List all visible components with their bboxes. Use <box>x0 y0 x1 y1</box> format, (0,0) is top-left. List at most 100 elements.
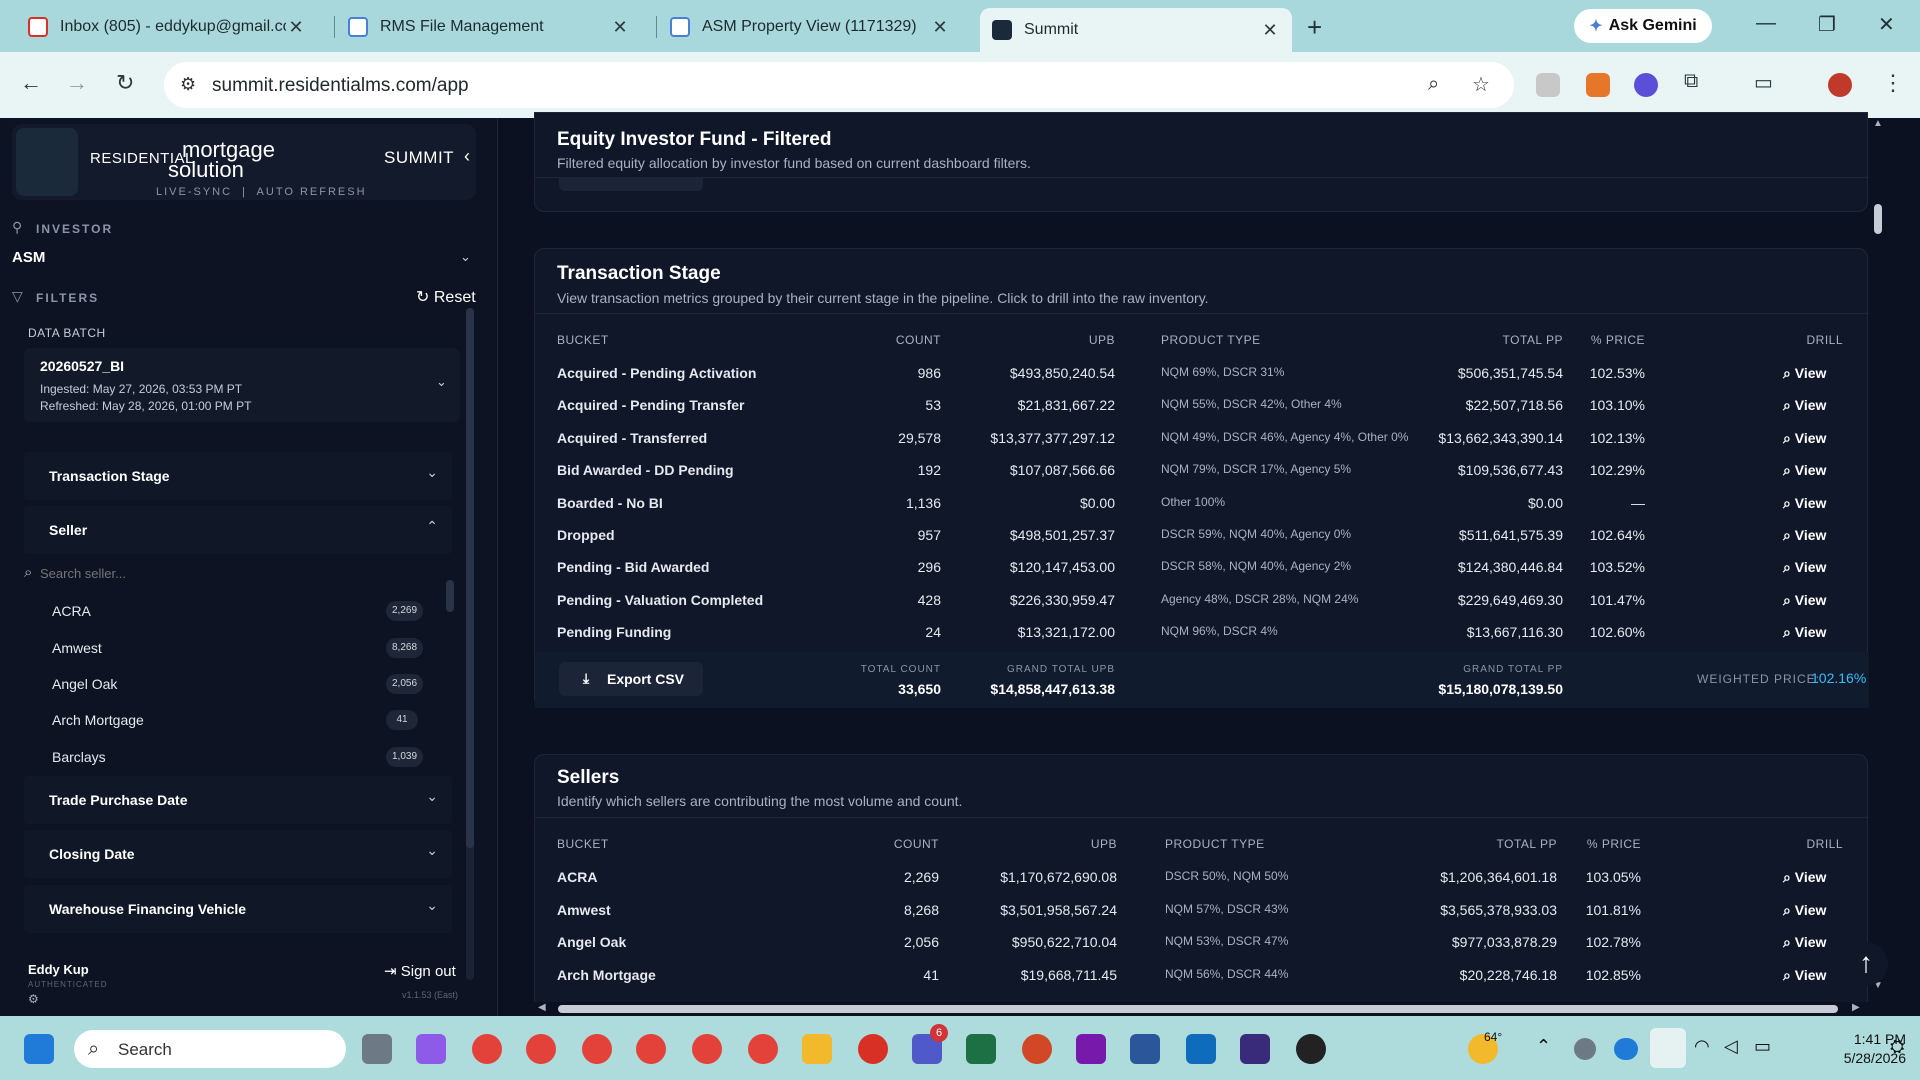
view-drill-button[interactable]: ⌕ View <box>1783 365 1826 382</box>
ask-gemini-button[interactable]: ✦ Ask Gemini <box>1574 9 1712 43</box>
tab-rms-file-management[interactable]: RMS File Management ✕ <box>336 8 642 46</box>
seller-option[interactable]: Amwest <box>52 640 102 656</box>
word-icon[interactable] <box>1130 1034 1160 1064</box>
powerpoint-icon[interactable] <box>1022 1034 1052 1064</box>
close-icon[interactable]: ✕ <box>1260 20 1280 41</box>
seller-count-badge: 1,039 <box>386 747 424 767</box>
cast-icon[interactable]: ▭ <box>1754 70 1773 95</box>
view-drill-button[interactable]: ⌕ View <box>1783 624 1826 641</box>
seller-option[interactable]: ACRA <box>52 603 91 619</box>
view-label: View <box>1794 429 1827 446</box>
address-bar[interactable]: ⚙ summit.residentialms.com/app ⌕ ☆ <box>164 62 1514 108</box>
main-scrollbar-thumb[interactable] <box>1874 204 1882 234</box>
tab-summit[interactable]: Summit ✕ <box>980 8 1292 52</box>
chevron-down-icon[interactable]: ⌄ <box>460 249 471 265</box>
close-icon[interactable]: ✕ <box>610 17 630 38</box>
sign-out-button[interactable]: ⇥ Sign out <box>384 962 456 980</box>
notifications-icon[interactable]: ⛭ <box>1890 1036 1904 1057</box>
zoom-icon[interactable]: ⌕ <box>1428 73 1439 96</box>
excel-icon[interactable] <box>966 1034 996 1064</box>
onenote-icon[interactable] <box>1076 1034 1106 1064</box>
view-drill-button[interactable]: ⌕ View <box>1783 592 1826 609</box>
view-drill-button[interactable]: ⌕ View <box>1783 967 1826 984</box>
scroll-to-top-button[interactable]: ↑ <box>1844 942 1888 986</box>
metamask-icon[interactable] <box>1586 73 1610 97</box>
view-drill-button[interactable]: ⌕ View <box>1783 527 1826 544</box>
chrome-icon[interactable] <box>636 1034 666 1064</box>
view-drill-button[interactable]: ⌕ View <box>1783 495 1826 512</box>
sidebar-scrollbar-thumb[interactable] <box>466 308 474 848</box>
close-icon[interactable]: ✕ <box>930 17 950 38</box>
scroll-up-arrow-icon[interactable]: ▲ <box>1873 118 1883 129</box>
cell-product-type: NQM 57%, DSCR 43% <box>1165 901 1289 916</box>
onedrive-icon[interactable] <box>1614 1038 1638 1060</box>
outlook-icon[interactable] <box>1186 1034 1216 1064</box>
task-view-icon[interactable] <box>362 1034 392 1064</box>
app-icon[interactable] <box>858 1034 888 1064</box>
tab-inbox[interactable]: Inbox (805) - eddykup@gmail.com ✕ <box>16 8 318 46</box>
settings-icon[interactable] <box>1296 1034 1326 1064</box>
data-batch-select[interactable]: 20260527_BI Ingested: May 27, 2026, 03:5… <box>24 348 460 422</box>
scroll-left-arrow-icon[interactable]: ◀ <box>538 1002 546 1013</box>
export-csv-button[interactable]: ⤓ Export CSV <box>559 662 703 696</box>
extensions-puzzle-icon[interactable]: ⧉ <box>1684 70 1698 93</box>
view-drill-button[interactable]: ⌕ View <box>1783 430 1826 447</box>
investor-select[interactable]: ASM <box>12 249 45 266</box>
scroll-right-arrow-icon[interactable]: ▶ <box>1852 1002 1860 1013</box>
browser-menu-icon[interactable]: ⋮ <box>1882 70 1904 96</box>
chevron-up-icon[interactable]: ⌃ <box>1536 1036 1551 1057</box>
horizontal-scrollbar-thumb[interactable] <box>558 1005 1838 1013</box>
view-drill-button[interactable]: ⌕ View <box>1783 559 1826 576</box>
window-close-button[interactable]: ✕ <box>1878 12 1895 37</box>
view-drill-button[interactable]: ⌕ View <box>1783 902 1826 919</box>
reload-button[interactable]: ↻ <box>116 70 134 96</box>
chrome-icon[interactable] <box>526 1034 556 1064</box>
filter-trade-purchase-date[interactable]: Trade Purchase Date ⌄ <box>24 776 452 824</box>
chrome-icon[interactable] <box>582 1034 612 1064</box>
seller-option[interactable]: Arch Mortgage <box>52 712 144 728</box>
tab-asm-property-view[interactable]: ASM Property View (1171329) ✕ <box>658 8 962 46</box>
view-drill-button[interactable]: ⌕ View <box>1783 869 1826 886</box>
file-explorer-icon[interactable] <box>802 1034 832 1064</box>
profile-avatar[interactable] <box>1828 73 1852 97</box>
view-drill-button[interactable]: ⌕ View <box>1783 462 1826 479</box>
back-button[interactable]: ← <box>20 70 42 96</box>
battery-icon[interactable]: ▭ <box>1754 1036 1771 1057</box>
microphone-icon[interactable] <box>1650 1028 1686 1068</box>
extension-icon[interactable] <box>1536 73 1560 97</box>
settings-gear-icon[interactable]: ⚙ <box>28 992 39 1006</box>
network-status-icon[interactable] <box>1574 1038 1596 1060</box>
collapse-sidebar-icon[interactable]: ‹ <box>464 146 470 167</box>
filter-seller[interactable]: Seller ⌃ <box>24 506 452 554</box>
seller-option[interactable]: Angel Oak <box>52 676 117 692</box>
view-drill-button[interactable]: ⌕ View <box>1783 934 1826 951</box>
bookmark-star-icon[interactable]: ☆ <box>1472 72 1490 97</box>
taskbar-search[interactable]: ⌕ Search <box>74 1030 346 1068</box>
windows-start-icon[interactable] <box>24 1034 54 1064</box>
minimize-button[interactable]: — <box>1756 12 1776 35</box>
restore-button[interactable]: ❐ <box>1818 12 1836 37</box>
chrome-icon[interactable] <box>748 1034 778 1064</box>
teams-icon[interactable]: 6 <box>912 1024 948 1064</box>
chrome-icon[interactable] <box>692 1034 722 1064</box>
volume-icon[interactable]: ◁ <box>1724 1036 1738 1057</box>
app-icon[interactable] <box>1240 1034 1270 1064</box>
seller-search-input[interactable] <box>40 562 440 584</box>
site-info-icon[interactable]: ⚙ <box>180 74 196 95</box>
wifi-icon[interactable]: ◠ <box>1694 1036 1710 1057</box>
extension-icon[interactable] <box>1634 73 1658 97</box>
filter-warehouse-financing-vehicle[interactable]: Warehouse Financing Vehicle ⌄ <box>24 885 452 933</box>
seller-list-scrollbar[interactable] <box>446 580 454 612</box>
new-tab-button[interactable]: + <box>1307 12 1322 43</box>
view-drill-button[interactable]: ⌕ View <box>1783 397 1826 414</box>
export-csv-button[interactable] <box>559 177 703 191</box>
seller-option[interactable]: Barclays <box>52 749 106 765</box>
reset-button[interactable]: ↻ Reset <box>416 287 476 307</box>
filter-transaction-stage[interactable]: Transaction Stage ⌄ <box>24 452 452 500</box>
seller-search[interactable]: ⌕ <box>24 558 452 588</box>
chrome-icon[interactable] <box>472 1034 502 1064</box>
copilot-icon[interactable] <box>416 1034 446 1064</box>
filter-closing-date[interactable]: Closing Date ⌄ <box>24 830 452 878</box>
close-icon[interactable]: ✕ <box>286 17 306 38</box>
forward-button[interactable]: → <box>66 70 88 96</box>
